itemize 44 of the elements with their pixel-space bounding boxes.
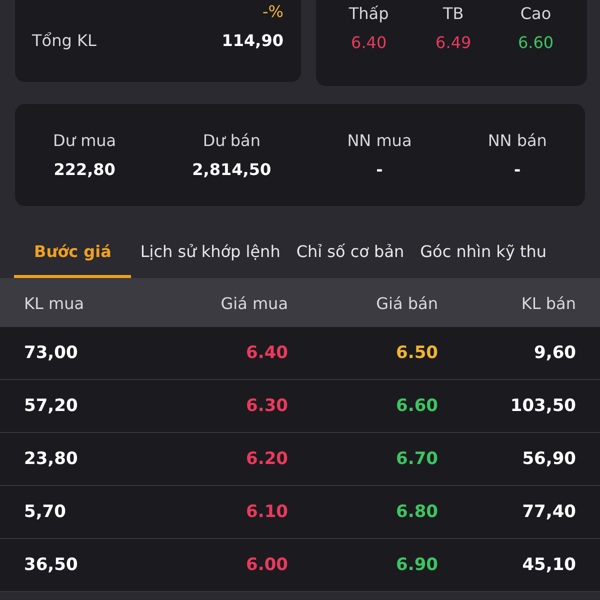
table-cell-text: 36,50 bbox=[24, 555, 79, 575]
balance-value: - bbox=[514, 160, 521, 179]
balance-label: NN mua bbox=[347, 131, 412, 150]
price-value: 6.49 bbox=[436, 33, 472, 52]
table-cell-text: 6.70 bbox=[395, 449, 438, 469]
column-header: KL mua bbox=[24, 294, 86, 312]
balance-label: Dư bán bbox=[202, 131, 260, 150]
tab[interactable]: Lịch sử khớp lệnh bbox=[133, 232, 288, 278]
balance-value: 222,80 bbox=[54, 160, 116, 179]
total-volume-label: Tổng KL bbox=[32, 31, 96, 50]
price-label: Thấp bbox=[348, 4, 389, 23]
table-cell-text: 57,20 bbox=[24, 396, 79, 416]
total-volume-value: 114,90 bbox=[222, 31, 284, 50]
price-value: 6.60 bbox=[518, 33, 554, 52]
balance-value: - bbox=[376, 160, 383, 179]
tab[interactable]: Góc nhìn kỹ thu bbox=[413, 232, 554, 278]
column-header: Giá bán bbox=[375, 294, 438, 312]
table-cell-text: 6.10 bbox=[245, 502, 289, 522]
table-cell-text: 103,50 bbox=[509, 396, 576, 416]
balance-label: Dư mua bbox=[53, 131, 116, 150]
balance-value: 2,814,50 bbox=[192, 160, 272, 179]
table-cell-text: 77,40 bbox=[521, 502, 576, 522]
table-cell-text: 6.80 bbox=[395, 502, 438, 522]
column-header: KL bán bbox=[520, 294, 576, 312]
table-cell-text: 6.60 bbox=[395, 396, 438, 416]
table-cell-text: 73,00 bbox=[24, 343, 79, 363]
price-label: TB bbox=[442, 4, 464, 23]
table-cell-text: 6.20 bbox=[245, 449, 289, 469]
table-cell-text: 23,80 bbox=[24, 449, 79, 469]
tab[interactable]: Chỉ số cơ bản bbox=[289, 232, 412, 278]
price-label: Cao bbox=[520, 4, 552, 23]
table-cell-text: 6.30 bbox=[245, 396, 289, 416]
table-cell-text: 9,60 bbox=[533, 343, 576, 363]
table-cell-text: 6.00 bbox=[245, 555, 289, 575]
table-cell-text: 6.40 bbox=[245, 343, 289, 363]
change-percent: -% bbox=[262, 2, 284, 21]
table-cell-text: 56,90 bbox=[521, 449, 576, 469]
table-cell-text: 6.50 bbox=[395, 343, 438, 363]
table-cell-text: 45,10 bbox=[521, 555, 576, 575]
table-cell-text: 5,70 bbox=[24, 502, 67, 522]
column-header: Giá mua bbox=[220, 294, 289, 312]
table-cell-text: 6.90 bbox=[395, 555, 438, 575]
balance-label: NN bán bbox=[488, 131, 547, 150]
price-value: 6.40 bbox=[351, 33, 387, 52]
